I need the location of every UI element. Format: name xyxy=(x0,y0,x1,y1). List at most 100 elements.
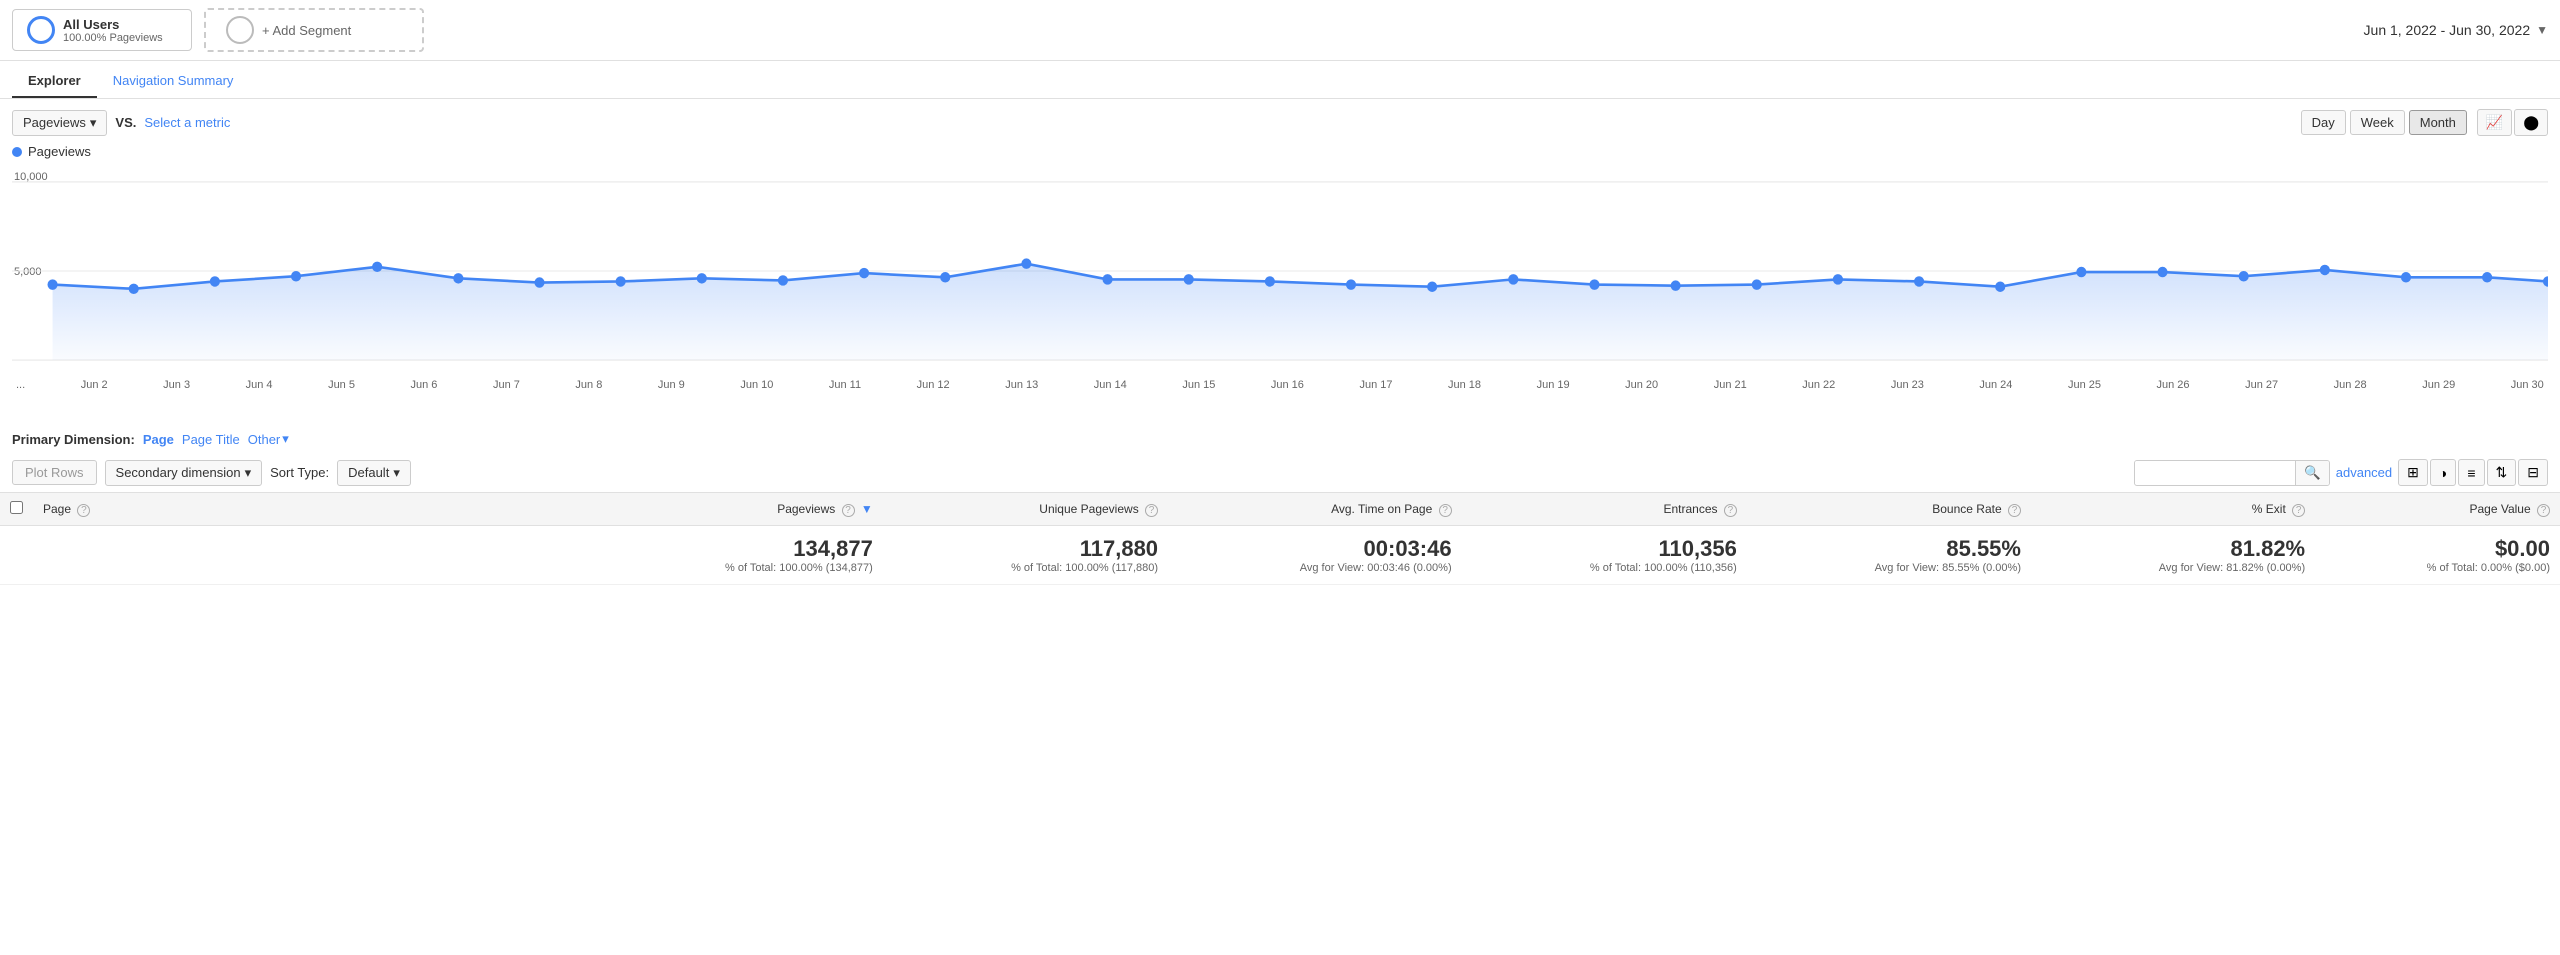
add-segment-circle-icon xyxy=(226,16,254,44)
date-range-arrow-icon: ▼ xyxy=(2536,23,2548,37)
table-header-row: Page ? Pageviews ? ▼ Unique Pageviews ? … xyxy=(0,493,2560,526)
total-unique-pv-value: 117,880 xyxy=(893,536,1158,562)
total-unique-pv-sub: % of Total: 100.00% (117,880) xyxy=(893,562,1158,574)
header-entrances-label: Entrances xyxy=(1663,502,1717,516)
header-bounce-rate-help-icon[interactable]: ? xyxy=(2008,504,2021,517)
legend-label: Pageviews xyxy=(28,144,91,159)
secondary-dimension-button[interactable]: Secondary dimension ▾ xyxy=(105,460,263,486)
tab-navigation-summary[interactable]: Navigation Summary xyxy=(97,65,250,98)
totals-bounce-rate-cell: 85.55% Avg for View: 85.55% (0.00%) xyxy=(1747,526,2031,585)
search-input[interactable] xyxy=(2135,461,2295,484)
date-range[interactable]: Jun 1, 2022 - Jun 30, 2022 ▼ xyxy=(2364,8,2548,52)
line-chart-icon-button[interactable]: 📈 xyxy=(2477,109,2512,136)
month-button[interactable]: Month xyxy=(2409,110,2467,135)
header-exit-pct[interactable]: % Exit ? xyxy=(2031,493,2315,526)
header-exit-pct-help-icon[interactable]: ? xyxy=(2292,504,2305,517)
header-entrances[interactable]: Entrances ? xyxy=(1462,493,1747,526)
advanced-link[interactable]: advanced xyxy=(2336,465,2392,480)
pie-view-button[interactable]: ◑ xyxy=(2430,459,2456,486)
all-users-segment[interactable]: All Users 100.00% Pageviews xyxy=(12,9,192,51)
totals-avg-time-cell: 00:03:46 Avg for View: 00:03:46 (0.00%) xyxy=(1168,526,1462,585)
header-exit-pct-label: % Exit xyxy=(2252,502,2286,516)
metric-selector: Pageviews ▾ VS. Select a metric xyxy=(12,110,230,136)
tab-explorer[interactable]: Explorer xyxy=(12,65,97,98)
totals-page-value-cell: $0.00 % of Total: 0.00% ($0.00) xyxy=(2315,526,2560,585)
chart-legend: Pageviews xyxy=(0,140,2560,161)
total-exit-pct-value: 81.82% xyxy=(2041,536,2305,562)
select-all-checkbox[interactable] xyxy=(10,501,23,514)
header-bounce-rate[interactable]: Bounce Rate ? xyxy=(1747,493,2031,526)
sort-default-button[interactable]: Default ▾ xyxy=(337,460,411,486)
metric-dropdown-button[interactable]: Pageviews ▾ xyxy=(12,110,107,136)
search-icon-button[interactable]: 🔍 xyxy=(2295,461,2329,485)
dim-page-title-link[interactable]: Page Title xyxy=(182,432,240,447)
time-controls: Day Week Month 📈 ⬤ xyxy=(2301,109,2548,136)
totals-exit-pct-cell: 81.82% Avg for View: 81.82% (0.00%) xyxy=(2031,526,2315,585)
segment-name: All Users xyxy=(63,17,163,32)
total-pageviews-value: 134,877 xyxy=(606,536,873,562)
chart-area: 10,000 5,000 xyxy=(0,161,2560,421)
totals-entrances-cell: 110,356 % of Total: 100.00% (110,356) xyxy=(1462,526,1747,585)
add-segment-button[interactable]: + Add Segment xyxy=(204,8,424,52)
header-pageviews[interactable]: Pageviews ? ▼ xyxy=(596,493,883,526)
table-custom-button[interactable]: ⊟ xyxy=(2518,459,2548,486)
data-table: Page ? Pageviews ? ▼ Unique Pageviews ? … xyxy=(0,492,2560,585)
dim-page-link[interactable]: Page xyxy=(143,432,174,447)
totals-row: 134,877 % of Total: 100.00% (134,877) 11… xyxy=(0,526,2560,585)
header-bounce-rate-label: Bounce Rate xyxy=(1932,502,2001,516)
select-metric-link[interactable]: Select a metric xyxy=(144,115,230,130)
header-unique-pv-help-icon[interactable]: ? xyxy=(1145,504,1158,517)
plot-rows-button[interactable]: Plot Rows xyxy=(12,460,97,485)
totals-check-cell xyxy=(0,526,33,585)
total-entrances-sub: % of Total: 100.00% (110,356) xyxy=(1472,562,1737,574)
totals-unique-pv-cell: 117,880 % of Total: 100.00% (117,880) xyxy=(883,526,1168,585)
total-avg-time-value: 00:03:46 xyxy=(1178,536,1452,562)
vs-label: VS. xyxy=(115,115,136,130)
header-avg-time-label: Avg. Time on Page xyxy=(1331,502,1432,516)
table-toolbar-right: 🔍 advanced ⊞ ◑ ≡ ⇅ ⊟ xyxy=(2134,459,2548,486)
header-page-value-help-icon[interactable]: ? xyxy=(2537,504,2550,517)
table-toolbar: Plot Rows Secondary dimension ▾ Sort Typ… xyxy=(0,453,2560,492)
metric-label: Pageviews xyxy=(23,115,86,130)
header-pageviews-label: Pageviews xyxy=(777,502,835,516)
tabs-bar: Explorer Navigation Summary xyxy=(0,65,2560,99)
dim-other-chevron-icon: ▾ xyxy=(282,431,289,447)
segment-circle-icon xyxy=(27,16,55,44)
chart-svg xyxy=(12,161,2548,381)
dim-other-dropdown[interactable]: Other ▾ xyxy=(248,431,289,447)
header-unique-pageviews[interactable]: Unique Pageviews ? xyxy=(883,493,1168,526)
chart-view-icons: 📈 ⬤ xyxy=(2477,109,2548,136)
pivot-view-button[interactable]: ⇅ xyxy=(2487,459,2517,486)
sort-arrow-icon: ▼ xyxy=(861,502,873,516)
segment-info: All Users 100.00% Pageviews xyxy=(63,17,163,44)
sort-chevron-icon: ▾ xyxy=(393,465,400,481)
legend-dot-icon xyxy=(12,147,22,157)
dim-other-label: Other xyxy=(248,432,281,447)
segments-left: All Users 100.00% Pageviews + Add Segmen… xyxy=(12,8,424,52)
table-view-buttons: ⊞ ◑ ≡ ⇅ ⊟ xyxy=(2398,459,2548,486)
total-bounce-rate-value: 85.55% xyxy=(1757,536,2021,562)
total-pageviews-sub: % of Total: 100.00% (134,877) xyxy=(606,562,873,574)
header-avg-time[interactable]: Avg. Time on Page ? xyxy=(1168,493,1462,526)
grid-view-button[interactable]: ⊞ xyxy=(2398,459,2428,486)
secondary-dim-label: Secondary dimension xyxy=(116,465,241,480)
pie-chart-icon-button[interactable]: ⬤ xyxy=(2514,109,2548,136)
total-entrances-value: 110,356 xyxy=(1472,536,1737,562)
date-range-text: Jun 1, 2022 - Jun 30, 2022 xyxy=(2364,22,2531,38)
header-pageviews-help-icon[interactable]: ? xyxy=(842,504,855,517)
bar-view-button[interactable]: ≡ xyxy=(2458,459,2484,486)
header-entrances-help-icon[interactable]: ? xyxy=(1724,504,1737,517)
sort-default-label: Default xyxy=(348,465,389,480)
header-page-help-icon[interactable]: ? xyxy=(77,504,90,517)
select-all-checkbox-header[interactable] xyxy=(0,493,33,526)
header-avg-time-help-icon[interactable]: ? xyxy=(1439,504,1452,517)
totals-pageviews-cell: 134,877 % of Total: 100.00% (134,877) xyxy=(596,526,883,585)
total-page-value-sub: % of Total: 0.00% ($0.00) xyxy=(2325,562,2550,574)
segment-sub: 100.00% Pageviews xyxy=(63,32,163,44)
header-page-value[interactable]: Page Value ? xyxy=(2315,493,2560,526)
day-button[interactable]: Day xyxy=(2301,110,2346,135)
week-button[interactable]: Week xyxy=(2350,110,2405,135)
total-avg-time-sub: Avg for View: 00:03:46 (0.00%) xyxy=(1178,562,1452,574)
header-page[interactable]: Page ? xyxy=(33,493,596,526)
secondary-dim-chevron-icon: ▾ xyxy=(245,465,252,481)
